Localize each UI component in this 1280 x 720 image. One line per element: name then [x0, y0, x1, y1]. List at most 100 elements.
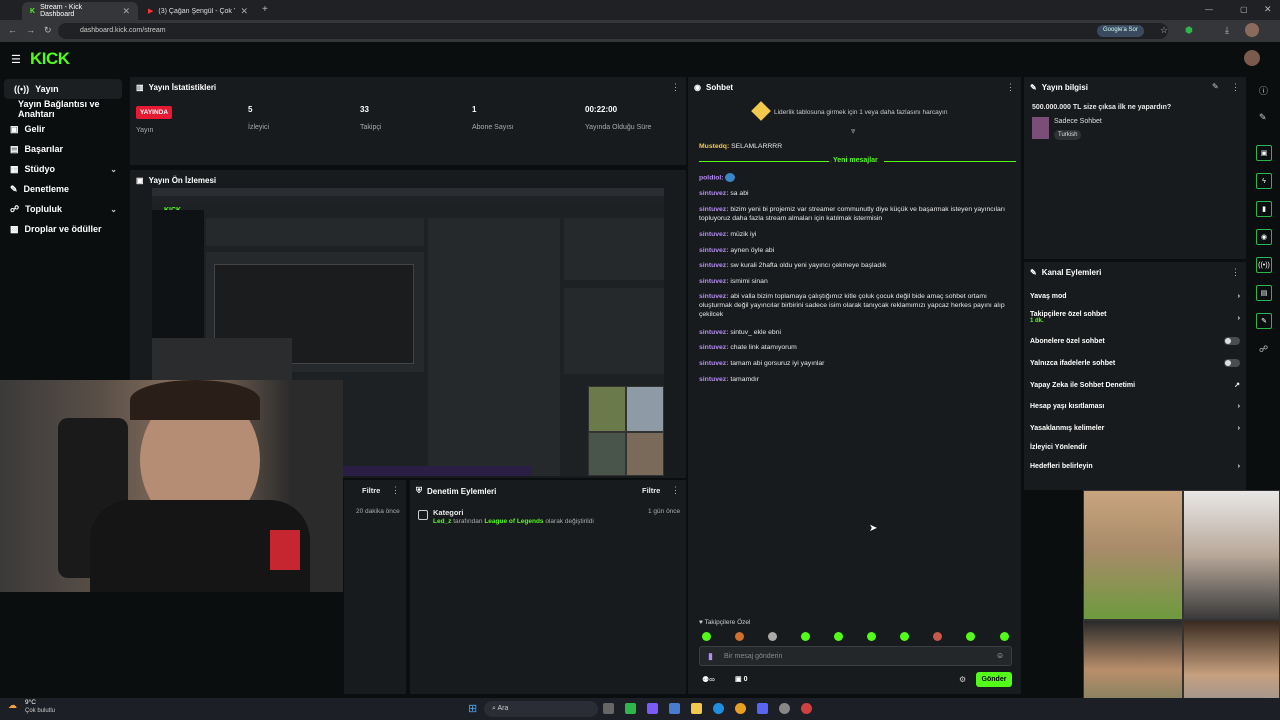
microphone-icon[interactable]: ▮: [708, 651, 713, 662]
edge-icon[interactable]: [713, 703, 724, 714]
more-options-icon[interactable]: ⋮: [671, 485, 680, 496]
app-icon[interactable]: [669, 703, 680, 714]
action-subs-only[interactable]: Abonelere özel sohbet: [1030, 337, 1240, 345]
more-options-icon[interactable]: ⋮: [1006, 82, 1015, 93]
app-icon[interactable]: [647, 703, 658, 714]
filter-button[interactable]: Filtre: [362, 486, 380, 495]
minimize-icon[interactable]: —: [1205, 5, 1213, 14]
edit-icon[interactable]: ✎: [1259, 112, 1267, 123]
discord-icon[interactable]: [757, 703, 768, 714]
lightning-icon[interactable]: ϟ: [1256, 173, 1272, 189]
chat-username[interactable]: sintuvez:: [699, 231, 728, 238]
file-explorer-icon[interactable]: [691, 703, 702, 714]
back-icon[interactable]: ←: [8, 25, 17, 35]
action-emotes-only[interactable]: Yalnızca ifadelerle sohbet: [1030, 359, 1240, 367]
chat-username[interactable]: sintuvez:: [699, 360, 728, 367]
reload-icon[interactable]: ↻: [44, 25, 52, 36]
app-icon[interactable]: [779, 703, 790, 714]
gift-points[interactable]: ▣ 0: [735, 675, 747, 683]
more-options-icon[interactable]: ⋮: [671, 82, 680, 93]
close-icon[interactable]: ✕: [240, 6, 248, 17]
action-account-age[interactable]: Hesap yaşı kısıtlaması ›: [1030, 403, 1240, 410]
download-icon[interactable]: ⤓: [1225, 25, 1229, 36]
settings-gear-icon[interactable]: ⚙: [959, 675, 966, 684]
chat-username[interactable]: sintuvez:: [699, 262, 728, 269]
chat-input[interactable]: ▮ Bir mesaj gönderin ☺: [699, 646, 1012, 666]
chat-username[interactable]: sintuvez:: [699, 293, 728, 300]
chat-icon[interactable]: ◉: [1256, 229, 1272, 245]
channel-points-icon[interactable]: ⚉∞: [702, 675, 715, 684]
tag-badge[interactable]: Turkish: [1054, 130, 1082, 140]
emote-icon[interactable]: [966, 632, 975, 641]
info-icon[interactable]: ⓘ: [1259, 84, 1268, 97]
chat-username[interactable]: sintuvez:: [699, 190, 728, 197]
chat-username[interactable]: sintuvez:: [699, 344, 728, 351]
google-ask-button[interactable]: Google'a Sor: [1097, 25, 1144, 37]
toggle-switch[interactable]: [1224, 337, 1240, 345]
emote-icon[interactable]: [735, 632, 744, 641]
more-options-icon[interactable]: ⋮: [1231, 82, 1240, 93]
wrench-icon[interactable]: ✎: [1256, 313, 1272, 329]
app-icon[interactable]: [801, 703, 812, 714]
profile-avatar[interactable]: [1245, 23, 1259, 37]
community-icon[interactable]: ☍: [1259, 344, 1268, 355]
event-category[interactable]: League of Legends: [484, 518, 543, 525]
chat-username[interactable]: poldiol:: [699, 174, 724, 181]
task-view-icon[interactable]: [603, 703, 614, 714]
maximize-icon[interactable]: ▢: [1240, 5, 1248, 14]
new-tab-icon[interactable]: +: [262, 4, 268, 15]
windows-start-icon[interactable]: ⊞: [468, 702, 477, 715]
action-ai-moderation[interactable]: Yapay Zeka ile Sohbet Denetimi ↗: [1030, 381, 1240, 390]
action-banned-words[interactable]: Yasaklanmış kelimeler ›: [1030, 425, 1240, 432]
toggle-switch[interactable]: [1224, 359, 1240, 367]
camera-icon[interactable]: ▣: [1256, 145, 1272, 161]
edit-pencil-icon[interactable]: ✎: [1212, 82, 1219, 91]
emote-icon[interactable]: [834, 632, 843, 641]
url-input[interactable]: dashboard.kick.com/stream: [58, 23, 1168, 39]
taskbar-search[interactable]: ⌕ Ara: [484, 701, 598, 717]
close-icon[interactable]: ✕: [122, 6, 130, 17]
tab-kick-dashboard[interactable]: K Stream - Kick Dashboard ✕: [22, 2, 138, 20]
emote-icon[interactable]: [867, 632, 876, 641]
filter-button[interactable]: Filtre: [642, 486, 660, 495]
emote-icon[interactable]: [1000, 632, 1009, 641]
chat-username[interactable]: sintuvez:: [699, 329, 728, 336]
emote-icon[interactable]: [933, 632, 942, 641]
chat-username[interactable]: sintuvez:: [699, 278, 728, 285]
sidebar-item-stream-key[interactable]: Yayın Bağlantısı ve Anahtarı: [0, 99, 125, 119]
more-options-icon[interactable]: ⋮: [1231, 267, 1240, 278]
sidebar-item-yayin[interactable]: ((•)) Yayın: [4, 79, 122, 99]
chrome-icon[interactable]: [735, 703, 746, 714]
emote-icon[interactable]: [801, 632, 810, 641]
forward-icon[interactable]: →: [26, 25, 35, 35]
chat-username[interactable]: sintuvez:: [699, 247, 728, 254]
broadcast-icon[interactable]: ((•)): [1256, 257, 1272, 273]
sidebar-item-topluluk[interactable]: ☍ Topluluk ⌄: [0, 199, 125, 219]
emote-icon[interactable]: [900, 632, 909, 641]
category-name[interactable]: Sadece Sohbet: [1054, 118, 1102, 125]
bookmark-star-icon[interactable]: ☆: [1160, 25, 1168, 36]
chat-username[interactable]: sintuvez:: [699, 206, 728, 213]
sidebar-item-gelir[interactable]: ▣ Gelir: [0, 119, 125, 139]
emote-icon[interactable]: [702, 632, 711, 641]
tab-youtube[interactable]: ▶ (3) Çağan Şengül - Çok Ya… ✕: [140, 2, 256, 20]
sidebar-item-studyo[interactable]: ▦ Stüdyo ⌄: [0, 159, 125, 179]
window-close-icon[interactable]: ✕: [1264, 4, 1272, 15]
hamburger-menu-icon[interactable]: ☰: [11, 53, 21, 66]
kick-logo[interactable]: KICK: [30, 49, 70, 69]
action-raid[interactable]: İzleyici Yönlendir: [1030, 444, 1240, 451]
event-user[interactable]: Led_z: [433, 518, 451, 525]
emoji-icon[interactable]: ☺: [996, 651, 1004, 660]
weather-temp[interactable]: 9°C: [25, 699, 36, 706]
send-button[interactable]: Gönder: [976, 672, 1012, 687]
extension-icon[interactable]: ⬢: [1185, 25, 1193, 36]
action-followers-only[interactable]: Takipçilere özel sohbet 1 dk. ›: [1030, 311, 1240, 324]
sidebar-item-denetleme[interactable]: ✎ Denetleme: [0, 179, 125, 199]
user-avatar[interactable]: [1244, 50, 1260, 66]
chat-username[interactable]: sintuvez:: [699, 376, 728, 383]
leaderboard-expand-icon[interactable]: ⩔: [851, 126, 856, 136]
app-icon[interactable]: [625, 703, 636, 714]
sidebar-item-droplar[interactable]: ▩ Droplar ve ödüller: [0, 219, 125, 239]
action-goals[interactable]: Hedefleri belirleyin ›: [1030, 463, 1240, 470]
sidebar-item-basarilar[interactable]: ▤ Başarılar: [0, 139, 125, 159]
